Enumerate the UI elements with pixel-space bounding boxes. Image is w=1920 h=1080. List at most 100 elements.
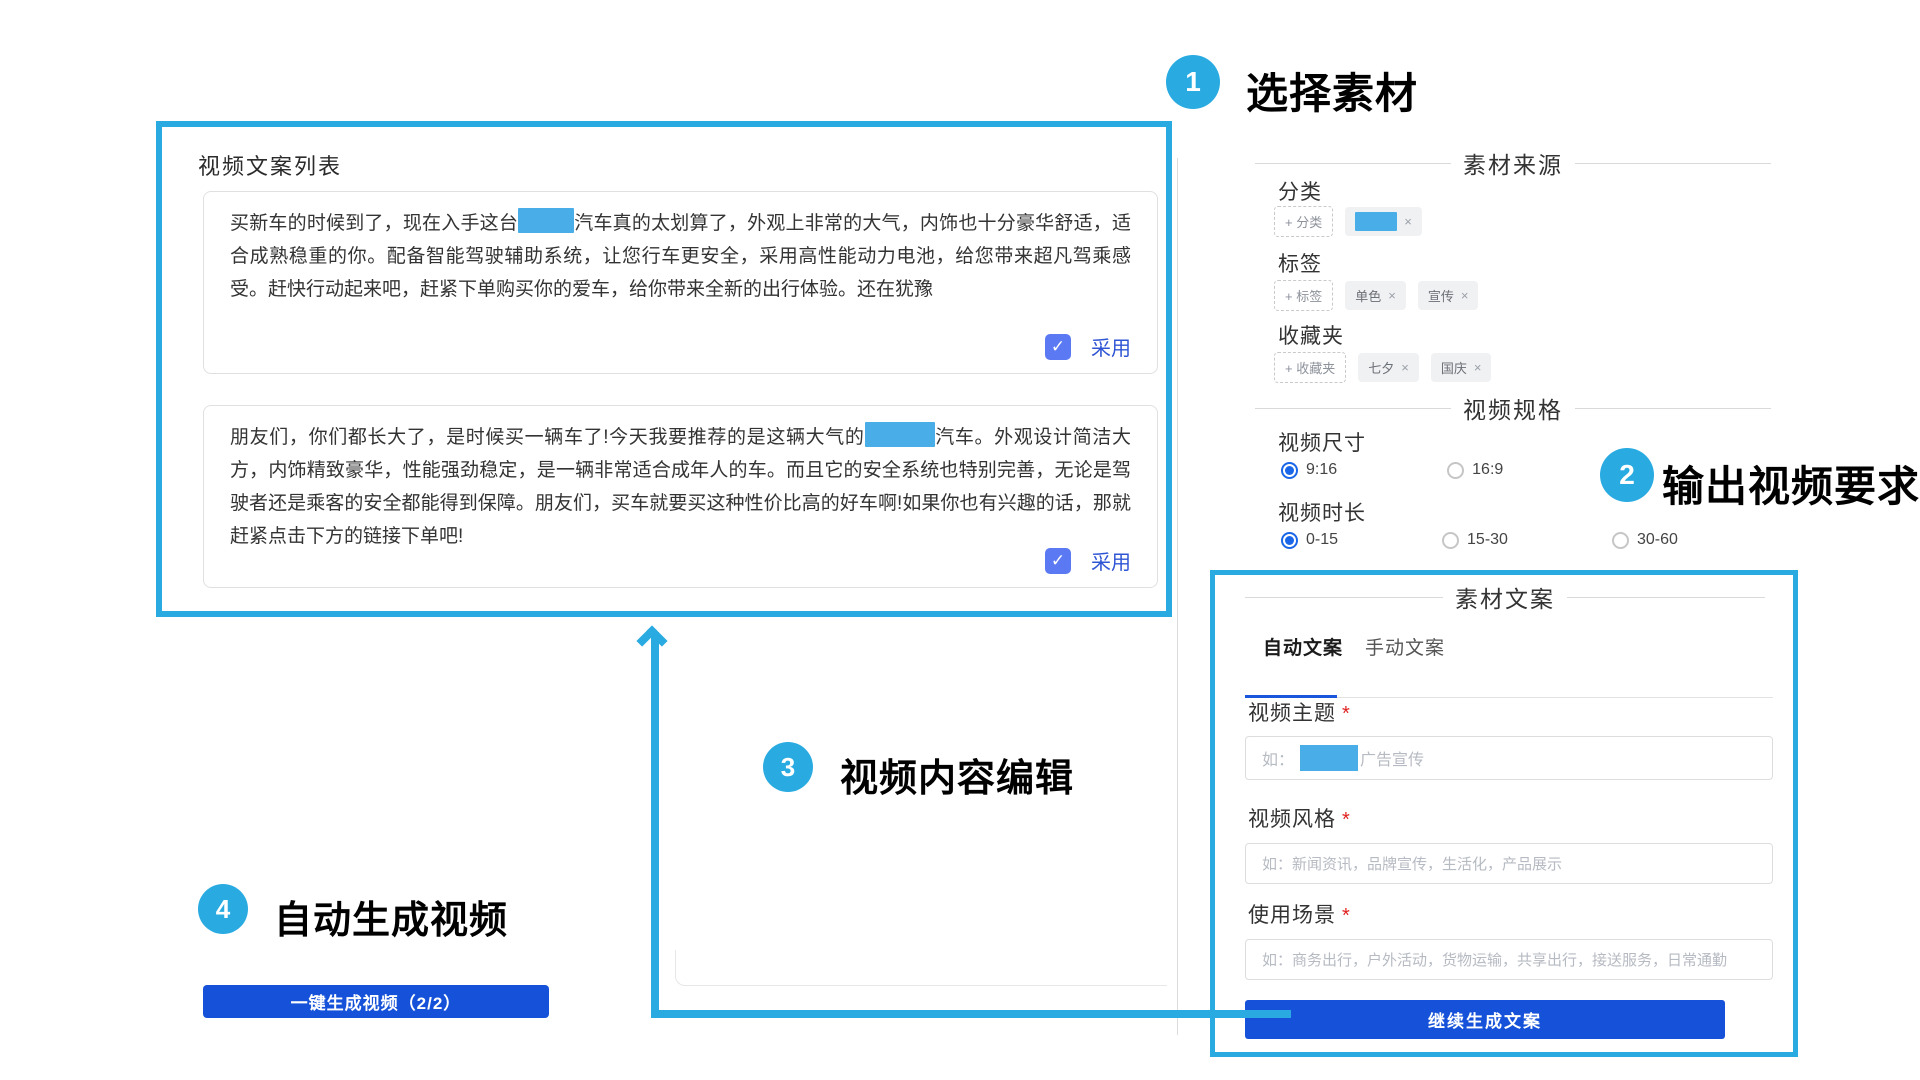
checkmark-icon: ✓: [1051, 337, 1065, 357]
panel-divider: [1177, 158, 1178, 1035]
usage-scene-label: 使用场景*: [1248, 899, 1351, 929]
video-copy-list-panel: 视频文案列表 买新车的时候到了，现在入手这台汽车真的太划算了，外观上非常的大气，…: [156, 121, 1172, 617]
radio-30-60[interactable]: 30-60: [1612, 531, 1678, 549]
divider: [1575, 163, 1771, 164]
annotation-arrow-line: [651, 632, 659, 1018]
material-copy-title: 素材文案: [1443, 580, 1567, 614]
label-text: 视频主题: [1248, 702, 1336, 725]
add-tag-button[interactable]: + 标签: [1274, 280, 1333, 311]
radio-label: 9:16: [1306, 461, 1337, 479]
copy-card-2: 朋友们，你们都长大了，是时候买一辆车了!今天我要推荐的是这辆大气的汽车。外观设计…: [203, 405, 1158, 588]
add-favorites-button[interactable]: + 收藏夹: [1274, 352, 1346, 383]
tag-text: 单色: [1355, 286, 1381, 305]
favorites-chip: 七夕 ×: [1358, 353, 1419, 382]
required-icon: *: [1342, 809, 1351, 831]
adopt-checkbox-1[interactable]: ✓: [1045, 334, 1071, 360]
faint-panel-edge: [675, 950, 1167, 986]
redaction-block: [1300, 745, 1358, 771]
radio-selected-icon: [1281, 532, 1298, 549]
divider: [1567, 597, 1765, 598]
divider: [1255, 408, 1451, 409]
video-size-label: 视频尺寸: [1278, 427, 1366, 457]
radio-label: 0-15: [1306, 531, 1338, 549]
remove-tag-icon[interactable]: ×: [1401, 360, 1409, 375]
radio-label: 30-60: [1637, 531, 1678, 549]
required-icon: *: [1342, 703, 1351, 725]
radio-selected-icon: [1281, 462, 1298, 479]
annotation-connector-line: [651, 1010, 1291, 1018]
tag-label: 标签: [1278, 248, 1322, 278]
category-label: 分类: [1278, 176, 1322, 206]
video-duration-options: 0-15 15-30 30-60: [1281, 531, 1678, 549]
radio-16-9[interactable]: 16:9: [1447, 461, 1503, 479]
tag-chip: 单色 ×: [1345, 281, 1406, 310]
step-4-badge: 4: [198, 884, 248, 934]
label-text: 视频风格: [1248, 808, 1336, 831]
step-4-label: 自动生成视频: [274, 889, 508, 944]
radio-icon: [1442, 532, 1459, 549]
tag-text: 七夕: [1368, 358, 1394, 377]
radio-9-16[interactable]: 9:16: [1281, 461, 1337, 479]
page: 视频文案列表 买新车的时候到了，现在入手这台汽车真的太划算了，外观上非常的大气，…: [0, 0, 1920, 1080]
step-3-label: 视频内容编辑: [840, 747, 1074, 802]
divider: [1255, 163, 1451, 164]
step-1-badge: 1: [1166, 55, 1220, 109]
video-duration-label: 视频时长: [1278, 497, 1366, 527]
favorites-label: 收藏夹: [1278, 320, 1344, 350]
adopt-label-2[interactable]: 采用: [1091, 546, 1131, 575]
radio-0-15[interactable]: 0-15: [1281, 531, 1338, 549]
copy-text-2: 朋友们，你们都长大了，是时候买一辆车了!今天我要推荐的是这辆大气的汽车。外观设计…: [230, 421, 1131, 553]
category-tag: ×: [1345, 207, 1422, 236]
copy-text-1-before: 买新车的时候到了，现在入手这台: [230, 213, 518, 234]
copy-mode-tabs: 自动文案 手动文案: [1263, 633, 1445, 660]
material-source-title: 素材来源: [1451, 146, 1575, 180]
adopt-label-1[interactable]: 采用: [1091, 332, 1131, 361]
tag-chip-row: + 标签 单色 × 宣传 ×: [1274, 280, 1478, 311]
usage-scene-input[interactable]: 如：商务出行，户外活动，货物运输，共享出行，接送服务，日常通勤: [1245, 939, 1773, 980]
redaction-block: [1355, 212, 1397, 231]
checkmark-icon: ✓: [1051, 551, 1065, 571]
step-3-badge: 3: [763, 742, 813, 792]
copy-card-1: 买新车的时候到了，现在入手这台汽车真的太划算了，外观上非常的大气，内饰也十分豪华…: [203, 191, 1158, 374]
video-topic-label: 视频主题 *: [1248, 697, 1351, 727]
remove-tag-icon[interactable]: ×: [1461, 288, 1469, 303]
tag-text: 宣传: [1428, 286, 1454, 305]
adopt-row-2: ✓ 采用: [1045, 546, 1131, 575]
redaction-block: [865, 422, 935, 447]
video-spec-title: 视频规格: [1451, 391, 1575, 425]
continue-generate-copy-button[interactable]: 继续生成文案: [1245, 1000, 1725, 1039]
tab-manual-copy[interactable]: 手动文案: [1365, 633, 1445, 660]
category-chip-row: + 分类 ×: [1274, 206, 1422, 237]
arrow-up-icon: [636, 625, 667, 656]
material-copy-header: 素材文案: [1245, 580, 1765, 614]
tag-text: 国庆: [1441, 358, 1467, 377]
video-topic-input[interactable]: 如： 广告宣传: [1245, 736, 1773, 780]
redaction-block: [518, 208, 574, 233]
remove-tag-icon[interactable]: ×: [1388, 288, 1396, 303]
remove-tag-icon[interactable]: ×: [1404, 214, 1412, 229]
video-spec-header: 视频规格: [1255, 391, 1771, 425]
add-category-button[interactable]: + 分类: [1274, 206, 1333, 237]
placeholder-suffix: 广告宣传: [1360, 746, 1424, 770]
placeholder-text: 如：商务出行，户外活动，货物运输，共享出行，接送服务，日常通勤: [1262, 949, 1727, 970]
video-style-label: 视频风格 *: [1248, 803, 1351, 833]
adopt-checkbox-2[interactable]: ✓: [1045, 548, 1071, 574]
divider: [1575, 408, 1771, 409]
favorites-chip: 国庆 ×: [1431, 353, 1492, 382]
remove-tag-icon[interactable]: ×: [1474, 360, 1482, 375]
step-2-badge: 2: [1600, 448, 1654, 502]
copy-list-title: 视频文案列表: [198, 149, 342, 181]
video-style-input[interactable]: 如：新闻资讯，品牌宣传，生活化，产品展示: [1245, 843, 1773, 884]
copy-text-2-before: 朋友们，你们都长大了，是时候买一辆车了!今天我要推荐的是这辆大气的: [230, 427, 865, 448]
divider: [1245, 597, 1443, 598]
radio-icon: [1612, 532, 1629, 549]
radio-15-30[interactable]: 15-30: [1442, 531, 1508, 549]
adopt-row-1: ✓ 采用: [1045, 332, 1131, 361]
generate-video-button[interactable]: 一键生成视频（2/2）: [203, 985, 549, 1018]
placeholder-text: 如：新闻资讯，品牌宣传，生活化，产品展示: [1262, 853, 1562, 874]
copy-text-1: 买新车的时候到了，现在入手这台汽车真的太划算了，外观上非常的大气，内饰也十分豪华…: [230, 207, 1131, 306]
video-size-options: 9:16 16:9: [1281, 461, 1503, 479]
radio-label: 16:9: [1472, 461, 1503, 479]
material-source-header: 素材来源: [1255, 146, 1771, 180]
tab-auto-copy[interactable]: 自动文案: [1263, 633, 1343, 660]
